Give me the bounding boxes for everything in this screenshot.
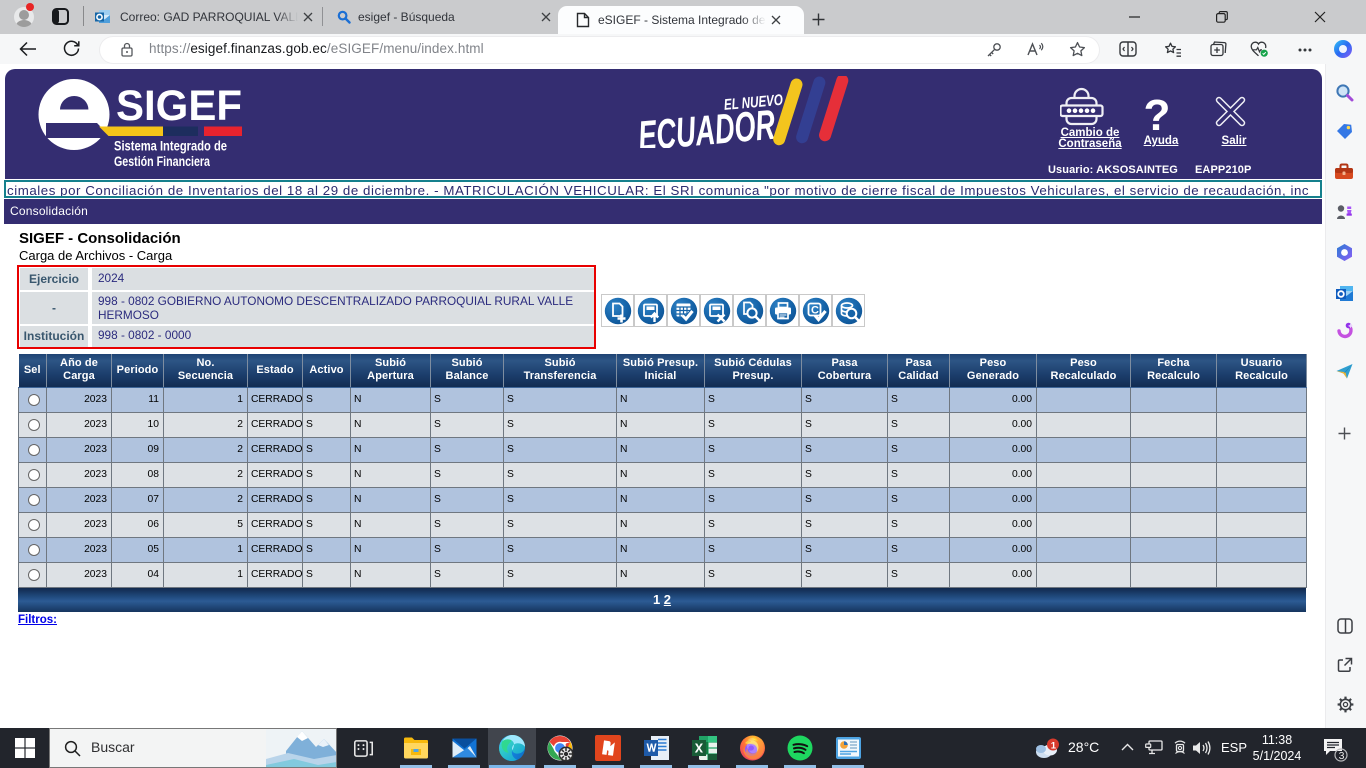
svg-text:Sistema Integrado de: Sistema Integrado de (114, 139, 227, 154)
svg-text:C: C (811, 304, 819, 316)
svg-text:3: 3 (1339, 750, 1345, 762)
svg-text:SIGEF: SIGEF (116, 82, 242, 130)
svg-text:1: 1 (1051, 741, 1057, 752)
svg-text:Gestión Financiera: Gestión Financiera (114, 154, 210, 169)
svg-text:ECUADOR: ECUADOR (636, 101, 777, 148)
